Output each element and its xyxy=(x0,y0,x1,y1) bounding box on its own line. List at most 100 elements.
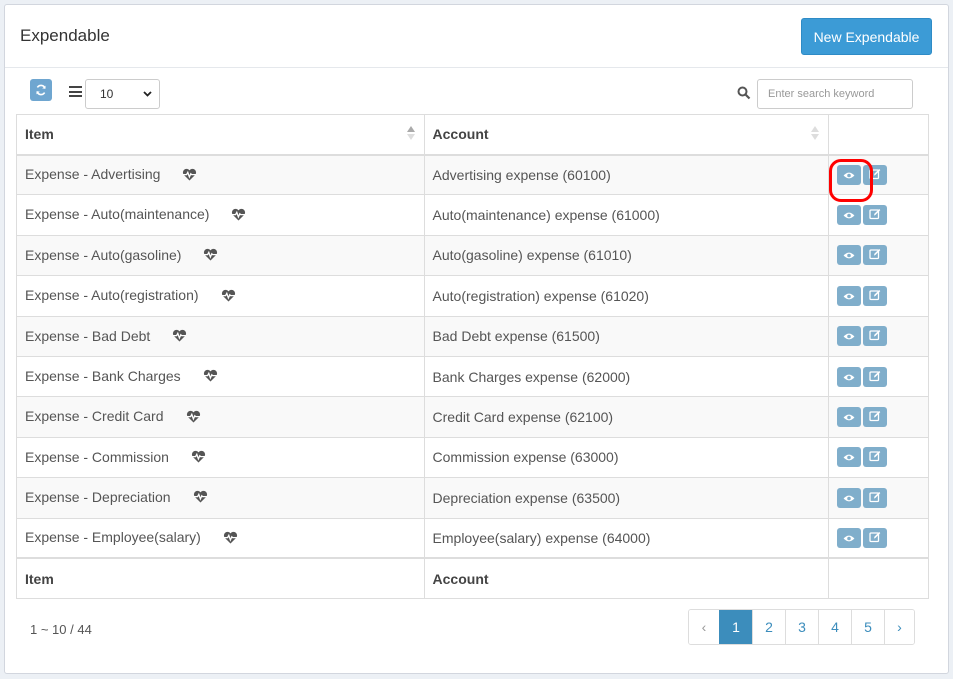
item-cell: Expense - Bank Charges xyxy=(16,355,425,398)
edit-button[interactable] xyxy=(863,407,888,428)
item-cell: Expense - Bad Debt xyxy=(16,315,425,357)
table-row: Expense - Employee(salary) Employee(salar… xyxy=(16,517,929,559)
pagination-page-1[interactable]: 1 xyxy=(719,610,752,644)
actions-cell xyxy=(828,194,929,236)
edit-button[interactable] xyxy=(863,326,888,347)
actions-cell xyxy=(828,396,929,438)
search-icon xyxy=(737,86,751,100)
chevron-down-icon xyxy=(143,91,152,97)
pagination-page-5[interactable]: 5 xyxy=(851,610,884,644)
heartbeat-icon xyxy=(221,289,236,305)
column-header-account[interactable]: Account xyxy=(423,114,830,156)
edit-icon xyxy=(869,449,881,465)
edit-button[interactable] xyxy=(863,285,888,306)
view-button[interactable] xyxy=(837,285,862,306)
eye-icon xyxy=(843,247,855,263)
view-button[interactable] xyxy=(837,527,862,548)
item-name: Expense - Auto(gasoline) xyxy=(25,246,182,263)
table-row: Expense - Depreciation Depreciation expen… xyxy=(16,477,929,519)
column-header-actions xyxy=(828,114,929,156)
column-header-label: Item xyxy=(25,126,54,143)
search-input[interactable]: Enter search keyword xyxy=(757,79,913,109)
edit-button[interactable] xyxy=(863,527,888,548)
item-name: Expense - Commission xyxy=(25,448,169,465)
item-cell: Expense - Employee(salary) xyxy=(16,517,425,559)
refresh-button[interactable] xyxy=(30,79,52,101)
view-button[interactable] xyxy=(837,205,862,226)
page-title: Expendable xyxy=(20,26,110,45)
page-size-select[interactable]: 10 xyxy=(85,79,160,109)
eye-icon xyxy=(843,530,855,546)
table-row: Expense - Auto(maintenance) Auto(maintena… xyxy=(16,194,929,236)
heartbeat-icon xyxy=(203,369,218,385)
edit-icon xyxy=(869,167,881,183)
pagination-page-4[interactable]: 4 xyxy=(818,610,851,644)
item-name: Expense - Auto(registration) xyxy=(25,287,199,304)
edit-icon xyxy=(869,288,881,304)
table-row: Expense - Bank Charges Bank Charges expen… xyxy=(16,355,929,398)
table-row: Expense - Bad Debt Bad Debt expense (6150… xyxy=(16,315,929,357)
record-summary: 1 ~ 10 / 44 xyxy=(30,622,92,637)
eye-icon xyxy=(843,449,855,465)
pagination-page-3[interactable]: 3 xyxy=(785,610,818,644)
edit-icon xyxy=(869,207,881,223)
eye-icon xyxy=(843,288,855,304)
column-footer-item: Item xyxy=(16,557,425,599)
table-row: Expense - Credit Card Credit Card expense… xyxy=(16,396,929,438)
edit-button[interactable] xyxy=(863,205,888,226)
account-cell: Advertising expense (60100) xyxy=(423,153,830,196)
actions-cell xyxy=(828,234,929,277)
heartbeat-icon xyxy=(193,490,208,506)
edit-icon xyxy=(869,328,881,344)
edit-button[interactable] xyxy=(863,245,888,266)
account-cell: Depreciation expense (63500) xyxy=(423,477,830,519)
edit-button[interactable] xyxy=(863,366,888,387)
eye-icon xyxy=(843,207,855,223)
view-button[interactable] xyxy=(837,407,862,428)
actions-cell xyxy=(828,275,929,317)
column-footer-actions xyxy=(828,557,929,599)
heartbeat-icon xyxy=(186,410,201,426)
heartbeat-icon xyxy=(231,208,246,224)
edit-icon xyxy=(869,369,881,385)
pagination-prev[interactable]: ‹ xyxy=(689,610,719,644)
account-cell: Bank Charges expense (62000) xyxy=(423,355,830,398)
account-cell: Bad Debt expense (61500) xyxy=(423,315,830,357)
view-button[interactable] xyxy=(837,366,862,387)
pagination-page-2[interactable]: 2 xyxy=(752,610,785,644)
pagination-next[interactable]: › xyxy=(884,610,914,644)
item-name: Expense - Advertising xyxy=(25,166,161,183)
account-cell: Commission expense (63000) xyxy=(423,436,830,479)
edit-icon xyxy=(869,530,881,546)
table-row: Expense - Auto(registration) Auto(registr… xyxy=(16,275,929,317)
list-icon xyxy=(69,86,82,97)
actions-cell xyxy=(828,153,929,196)
item-name: Expense - Bad Debt xyxy=(25,327,151,344)
view-button[interactable] xyxy=(837,245,862,266)
heartbeat-icon xyxy=(203,248,218,264)
item-cell: Expense - Depreciation xyxy=(16,477,425,519)
eye-icon xyxy=(843,409,855,425)
edit-icon xyxy=(869,409,881,425)
view-button[interactable] xyxy=(837,164,862,185)
heartbeat-icon xyxy=(223,531,238,547)
edit-button[interactable] xyxy=(863,447,888,468)
table-footer-row: Item Account xyxy=(16,557,929,599)
item-cell: Expense - Advertising xyxy=(16,153,425,196)
item-cell: Expense - Auto(maintenance) xyxy=(16,194,425,236)
item-cell: Expense - Commission xyxy=(16,436,425,479)
view-button[interactable] xyxy=(837,447,862,468)
column-footer-account: Account xyxy=(423,557,830,599)
new-expendable-button[interactable]: New Expendable xyxy=(801,18,932,55)
account-cell: Auto(maintenance) expense (61000) xyxy=(423,194,830,236)
item-cell: Expense - Credit Card xyxy=(16,396,425,438)
heartbeat-icon xyxy=(172,329,187,345)
table-header-row: Item Account xyxy=(16,114,929,156)
view-button[interactable] xyxy=(837,487,862,508)
edit-button[interactable] xyxy=(863,487,888,508)
eye-icon xyxy=(843,167,855,183)
view-button[interactable] xyxy=(837,326,862,347)
edit-button[interactable] xyxy=(863,164,888,185)
column-header-item[interactable]: Item xyxy=(16,114,425,156)
heartbeat-icon xyxy=(182,168,197,184)
